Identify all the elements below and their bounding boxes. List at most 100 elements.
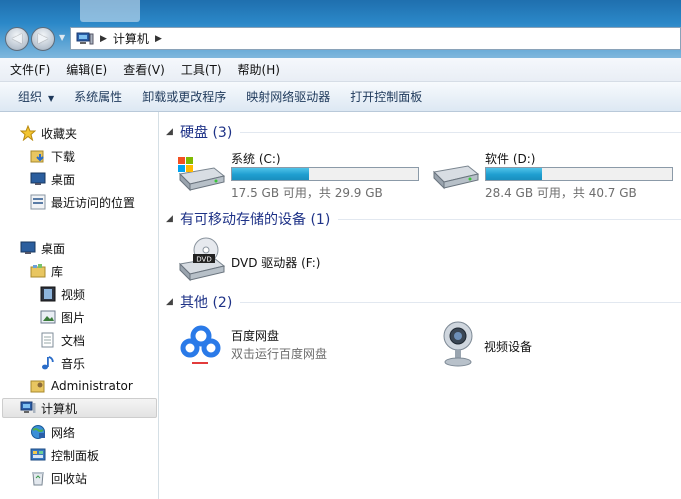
- nav-library-label: 库: [51, 264, 64, 279]
- group-title-removable: 有可移动存储的设备 (1): [180, 212, 331, 228]
- desktop-icon: [30, 172, 46, 185]
- group-divider: [240, 131, 681, 133]
- drive-c-name: 系统 (C:): [231, 152, 281, 166]
- nav-recent-places[interactable]: 最近访问的位置: [30, 192, 135, 212]
- nav-music-label: 音乐: [61, 356, 86, 371]
- nav-library[interactable]: 库: [30, 261, 63, 281]
- nav-control-panel-label: 控制面板: [51, 448, 100, 463]
- window-title-bar: ◀ ▶ ▼ ▶ 计算机 ▶: [0, 0, 681, 58]
- forward-button[interactable]: ▶: [31, 27, 55, 51]
- nav-computer[interactable]: 计算机: [2, 398, 157, 418]
- group-header-removable[interactable]: ◢ 有可移动存储的设备 (1): [166, 209, 681, 229]
- nav-videos[interactable]: 视频: [40, 284, 85, 304]
- dvd-drive-icon: DVD: [178, 237, 226, 282]
- recent-places-icon: [30, 194, 46, 210]
- breadcrumb-computer[interactable]: 计算机: [113, 30, 149, 47]
- nav-desktop-label: 桌面: [41, 241, 66, 256]
- nav-downloads-label: 下载: [51, 149, 76, 164]
- organize-button[interactable]: 组织 ▼: [8, 88, 64, 105]
- system-drive-icon: [178, 157, 226, 192]
- library-icon: [30, 264, 46, 278]
- baidu-netdisk-icon: [178, 322, 224, 368]
- control-panel-icon: [30, 448, 46, 461]
- breadcrumb-arrow-icon[interactable]: ▶: [155, 34, 162, 44]
- nav-network[interactable]: 网络: [30, 422, 75, 442]
- menu-help[interactable]: 帮助(H): [230, 61, 288, 78]
- nav-videos-label: 视频: [61, 287, 86, 302]
- downloads-folder-icon: [30, 150, 44, 163]
- nav-computer-label: 计算机: [41, 401, 78, 416]
- open-control-panel-button[interactable]: 打开控制面板: [340, 88, 432, 105]
- svg-text:DVD: DVD: [196, 256, 211, 264]
- nav-documents-label: 文档: [61, 333, 86, 348]
- forward-arrow-icon: ▶: [38, 31, 48, 46]
- nav-desktop-favorite[interactable]: 桌面: [30, 169, 75, 189]
- nav-favorites[interactable]: 收藏夹: [20, 123, 77, 143]
- organize-label: 组织: [18, 90, 43, 104]
- baidu-netdisk-description: 双击运行百度网盘: [231, 347, 328, 361]
- nav-administrator-label: Administrator: [51, 379, 133, 393]
- network-globe-icon: [31, 425, 45, 439]
- video-device-item[interactable]: 视频设备: [436, 318, 596, 367]
- address-bar[interactable]: ▶ 计算机 ▶: [70, 27, 681, 50]
- navigation-pane: 收藏夹 下载 桌面 最近访问的位置 桌面 库 视频 图片 文档 音乐 Admin…: [0, 112, 159, 499]
- baidu-netdisk-item[interactable]: 百度网盘 双击运行百度网盘: [176, 320, 396, 368]
- menu-tools[interactable]: 工具(T): [173, 61, 230, 78]
- group-title-other: 其他 (2): [180, 295, 233, 311]
- recent-pages-dropdown-icon[interactable]: ▼: [59, 33, 65, 42]
- collapse-triangle-icon[interactable]: ◢: [166, 127, 180, 137]
- drive-c[interactable]: 系统 (C:) 17.5 GB 可用，共 29.9 GB: [176, 150, 436, 200]
- video-icon: [40, 286, 56, 302]
- nav-desktop[interactable]: 桌面: [20, 238, 65, 258]
- hard-drive-icon: [432, 165, 480, 190]
- computer-icon: [76, 32, 94, 44]
- nav-downloads[interactable]: 下载: [30, 146, 75, 166]
- system-properties-button[interactable]: 系统属性: [64, 88, 132, 105]
- group-header-hard-drives[interactable]: ◢ 硬盘 (3): [166, 122, 681, 142]
- dvd-drive-name: DVD 驱动器 (F:): [231, 256, 321, 270]
- collapse-triangle-icon[interactable]: ◢: [166, 214, 180, 224]
- chevron-down-icon: ▼: [48, 94, 55, 103]
- drive-d-usage-fill: [486, 168, 543, 180]
- drive-d[interactable]: 软件 (D:) 28.4 GB 可用，共 40.7 GB: [430, 150, 681, 200]
- content-pane: ◢ 硬盘 (3) 系统 (C:) 17.5 GB 可用，共 29.9 GB 软件…: [160, 112, 681, 499]
- baidu-netdisk-name: 百度网盘: [231, 329, 280, 343]
- drive-dvd[interactable]: DVD DVD 驱动器 (F:): [176, 236, 376, 284]
- group-header-other[interactable]: ◢ 其他 (2): [166, 292, 681, 312]
- nav-documents[interactable]: 文档: [40, 330, 85, 350]
- drive-d-name: 软件 (D:): [485, 152, 536, 166]
- back-button[interactable]: ◀: [5, 27, 29, 51]
- nav-pictures[interactable]: 图片: [40, 307, 85, 327]
- nav-control-panel[interactable]: 控制面板: [30, 445, 99, 465]
- menu-bar: 文件(F) 编辑(E) 查看(V) 工具(T) 帮助(H): [0, 58, 681, 82]
- map-network-drive-button[interactable]: 映射网络驱动器: [236, 88, 340, 105]
- nav-administrator[interactable]: Administrator: [30, 376, 133, 396]
- user-folder-icon: [30, 380, 45, 393]
- menu-view[interactable]: 查看(V): [115, 61, 173, 78]
- video-device-name: 视频设备: [484, 340, 533, 354]
- menu-edit[interactable]: 编辑(E): [58, 61, 115, 78]
- music-note-icon: [42, 356, 54, 370]
- drive-c-usage-bar: [231, 167, 419, 181]
- drive-c-size: 17.5 GB 可用，共 29.9 GB: [231, 186, 383, 200]
- drive-c-usage-fill: [232, 168, 310, 180]
- picture-icon: [40, 310, 56, 324]
- nav-network-label: 网络: [51, 425, 76, 440]
- nav-music[interactable]: 音乐: [40, 353, 85, 373]
- nav-recycle-bin[interactable]: 回收站: [30, 468, 87, 488]
- group-divider: [338, 218, 681, 220]
- command-bar: 组织 ▼ 系统属性 卸载或更改程序 映射网络驱动器 打开控制面板: [0, 82, 681, 112]
- nav-recycle-bin-label: 回收站: [51, 471, 88, 486]
- nav-pictures-label: 图片: [61, 310, 86, 325]
- menu-file[interactable]: 文件(F): [2, 61, 58, 78]
- nav-desktop-favorite-label: 桌面: [51, 172, 76, 187]
- nav-favorites-label: 收藏夹: [41, 126, 78, 141]
- nav-recent-places-label: 最近访问的位置: [51, 195, 136, 210]
- computer-icon: [20, 401, 36, 413]
- breadcrumb-arrow-icon[interactable]: ▶: [100, 34, 107, 44]
- back-arrow-icon: ◀: [12, 31, 22, 46]
- desktop-icon: [20, 241, 36, 254]
- document-icon: [41, 332, 54, 348]
- uninstall-program-button[interactable]: 卸载或更改程序: [132, 88, 236, 105]
- collapse-triangle-icon[interactable]: ◢: [166, 297, 180, 307]
